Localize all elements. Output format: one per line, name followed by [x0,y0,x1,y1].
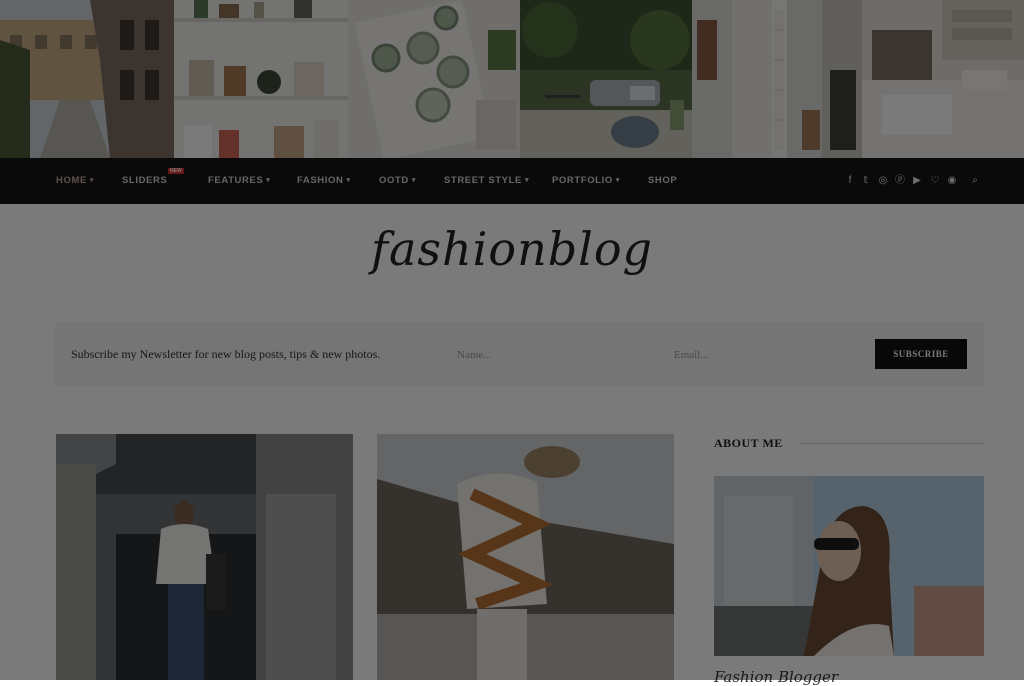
chevron-down-icon: ▾ [346,177,351,184]
email-input[interactable] [668,341,880,369]
chevron-down-icon: ▾ [411,177,416,184]
name-input[interactable] [451,341,663,369]
nav-item-sliders[interactable]: SLIDERS NEW [122,158,184,204]
post-image-1[interactable] [56,434,353,680]
nav-item-label: STREET STYLE [444,175,522,186]
nav-item-shop[interactable]: SHOP [648,158,677,204]
nav-item-label: FASHION [297,175,344,186]
nav-item-label: SHOP [648,175,678,186]
post-image-2[interactable] [377,434,674,680]
about-me-heading: ABOUT ME [714,436,783,450]
chevron-down-icon: ▾ [89,177,95,184]
nav-item-fashion[interactable]: FASHION ▾ [297,158,351,204]
nav-item-label: SLIDERS [122,175,168,186]
subscribe-button[interactable]: SUBSCRIBE [875,339,967,369]
snapchat-icon[interactable]: ◉ [945,173,959,189]
about-me-photo [714,476,984,656]
search-icon[interactable]: ⌕ [968,173,982,189]
header-photo-strip [0,0,1024,158]
chevron-down-icon: ▾ [615,177,620,184]
pinterest-icon[interactable]: ⓟ [893,173,907,189]
about-me-name: Fashion Blogger [714,668,839,686]
nav-item-label: PORTFOLIO [552,175,613,186]
main-navigation: HOME ▾ SLIDERS NEW FEATURES ▾ FASHION ▾ OOT… [0,158,1024,204]
photo-bedroom [862,0,1024,158]
photo-shelves [174,0,348,158]
heart-icon[interactable]: ♡ [928,173,942,189]
nav-item-label: OOTD [379,175,409,186]
facebook-icon[interactable]: f [843,173,857,189]
nav-item-features[interactable]: FEATURES ▾ [208,158,270,204]
newsletter-box: Subscribe my Newsletter for new blog pos… [55,323,984,385]
divider [800,443,984,444]
photo-bowls [348,0,520,158]
nav-item-ootd[interactable]: OOTD ▾ [379,158,416,204]
twitter-icon[interactable]: 𝕥 [859,173,873,189]
nav-item-portfolio[interactable]: PORTFOLIO ▾ [552,158,620,204]
newsletter-text: Subscribe my Newsletter for new blog pos… [71,347,381,361]
photo-street [0,0,174,158]
chevron-down-icon: ▾ [266,177,271,184]
youtube-icon[interactable]: ▶ [910,173,924,189]
nav-item-street-style[interactable]: STREET STYLE ▾ [444,158,529,204]
new-badge: NEW [168,168,184,174]
photo-terrace [520,0,692,158]
site-logo[interactable]: fashionblog [0,222,1024,276]
nav-item-label: HOME [56,175,87,186]
chevron-down-icon: ▾ [524,177,530,184]
nav-item-label: FEATURES [208,175,264,186]
nav-item-home[interactable]: HOME ▾ [56,158,94,204]
photo-hallway [692,0,862,158]
instagram-icon[interactable]: ◎ [876,173,890,189]
